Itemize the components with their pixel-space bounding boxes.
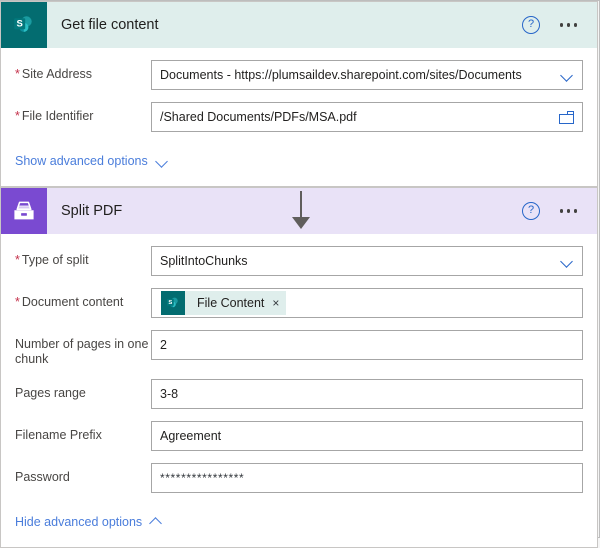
field-row-filename-prefix: Filename Prefix Agreement [15,421,583,451]
pages-range-input[interactable]: 3-8 [151,379,583,409]
pages-range-value: 3-8 [160,387,179,401]
type-of-split-value: SplitIntoChunks [160,254,248,268]
card-header: S Get file content ? [1,2,597,48]
close-icon[interactable]: × [272,297,279,309]
token-label: File Content [197,296,265,310]
flow-designer-canvas: S Get file content ? * Site Address Docu… [0,0,600,548]
field-label-number-of-pages-in-one-chunk: Number of pages in one chunk [15,337,149,366]
required-asterisk: * [15,295,20,309]
action-card-get-file-content[interactable]: S Get file content ? * Site Address Docu… [0,1,598,187]
ellipsis-dot [573,209,577,213]
field-label-text: Site Address [21,67,93,81]
field-label-filename-prefix: Filename Prefix [15,428,102,442]
sharepoint-icon: S [161,291,185,315]
field-row-pages-range: Pages range 3-8 [15,379,583,409]
file-identifier-input[interactable]: /Shared Documents/PDFs/MSA.pdf [151,102,583,132]
field-label-type-of-split: * Type of split [15,246,151,268]
field-label-site-address: * Site Address [15,60,151,82]
field-label-text: Type of split [21,253,89,267]
svg-text:S: S [17,19,23,30]
field-label-document-content: * Document content [15,288,151,310]
chevron-up-icon [150,516,163,529]
field-label-password: Password [15,470,70,484]
filename-prefix-value: Agreement [160,429,222,443]
field-row-password: Password **************** [15,463,583,493]
ellipsis-dot [573,23,577,27]
show-advanced-options-label: Show advanced options [15,154,148,168]
field-row-number-of-pages-in-one-chunk: Number of pages in one chunk 2 [15,330,583,367]
card-header-actions: ? [522,16,579,34]
file-drawer-icon [1,188,47,234]
chevron-down-icon[interactable] [561,255,574,268]
ellipsis-dot [566,209,571,213]
field-label-file-identifier: * File Identifier [15,102,151,124]
chevron-down-icon[interactable] [561,69,574,82]
field-label-text: Document content [21,295,124,309]
hide-advanced-options-label: Hide advanced options [15,515,143,529]
password-value: **************** [160,471,245,485]
show-advanced-options-link[interactable]: Show advanced options [15,154,169,186]
dynamic-content-token[interactable]: S File Content × [161,291,287,315]
site-address-input[interactable]: Documents - https://plumsaildev.sharepoi… [151,60,583,90]
folder-body [559,113,574,124]
folder-icon[interactable] [559,110,574,124]
chevron-down-icon [156,155,169,168]
help-icon[interactable]: ? [522,202,541,220]
field-row-type-of-split: * Type of split SplitIntoChunks [15,246,583,276]
filename-prefix-input[interactable]: Agreement [151,421,583,451]
ellipsis-dot [560,209,564,213]
site-address-value: Documents - https://plumsaildev.sharepoi… [160,68,522,82]
field-label-pages-range: Pages range [15,386,86,400]
file-identifier-value: /Shared Documents/PDFs/MSA.pdf [160,110,357,124]
password-input[interactable]: **************** [151,463,583,493]
field-row-document-content: * Document content S File Content × [15,288,583,318]
card-title: Get file content [61,17,159,33]
required-asterisk: * [15,109,20,123]
field-row-file-identifier: * File Identifier /Shared Documents/PDFs/… [15,102,583,132]
document-content-input[interactable]: S File Content × [151,288,583,318]
card-body: * Type of split SplitIntoChunks * Document… [1,246,597,547]
required-asterisk: * [15,253,20,267]
field-row-site-address: * Site Address Documents - https://plumsa… [15,60,583,90]
required-asterisk: * [15,67,20,81]
card-body: * Site Address Documents - https://plumsa… [1,60,597,186]
hide-advanced-options-link[interactable]: Hide advanced options [15,515,163,547]
svg-text:S: S [168,300,172,306]
ellipsis-dot [560,23,564,27]
field-label-text: File Identifier [21,109,94,123]
number-of-pages-input[interactable]: 2 [151,330,583,360]
card-header-actions: ? [522,202,579,220]
action-card-split-pdf[interactable]: Split PDF ? * Type of split SplitIntoChun… [0,187,598,548]
type-of-split-input[interactable]: SplitIntoChunks [151,246,583,276]
ellipsis-icon[interactable] [558,19,579,30]
ellipsis-dot [566,23,571,27]
flow-arrow-head [292,217,310,229]
sharepoint-icon: S [1,2,47,48]
ellipsis-icon[interactable] [558,205,579,216]
help-icon[interactable]: ? [522,16,541,34]
number-of-pages-value: 2 [160,338,167,352]
